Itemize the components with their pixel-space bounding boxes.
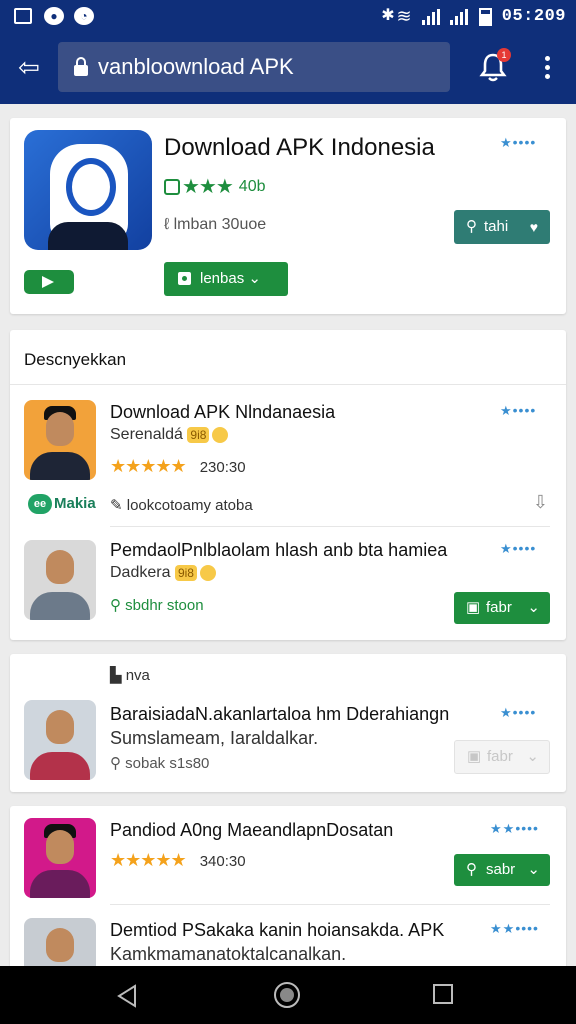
- app-mini-icon: [178, 272, 191, 285]
- list-card: Descnyekkan Download APK Nlndanaesia Ser…: [10, 330, 566, 640]
- app-mini-icon: ▣: [467, 748, 482, 765]
- more-options-icon[interactable]: [536, 52, 558, 82]
- divider: [110, 904, 550, 905]
- download-button[interactable]: lenbas ⌄: [164, 262, 288, 296]
- notification-badge: 1: [497, 48, 511, 62]
- list-card: ▙ nva BaraisiadaN.akanlartaloa hm Dderah…: [10, 654, 566, 792]
- rating-dots: ★••••: [500, 540, 537, 556]
- system-nav-bar: [0, 966, 576, 1024]
- item-meta: ⚲ sbdhr stoon: [110, 597, 204, 614]
- chevron-down-icon: ⌄: [527, 861, 540, 878]
- lock-icon: [74, 57, 88, 76]
- search-icon: ⚲: [466, 218, 477, 235]
- app-notification-icon: ●: [44, 7, 64, 25]
- item-title[interactable]: Download APK Nlndanaesia: [110, 402, 335, 423]
- smile-icon: [212, 426, 229, 443]
- rating-dots: ★★••••: [490, 820, 539, 836]
- pin-icon: ✎: [110, 497, 127, 514]
- location-icon: ⚲: [110, 755, 126, 772]
- item-meta: ✎ lookcotoamy atoba: [110, 497, 253, 514]
- item-thumbnail[interactable]: [24, 818, 96, 898]
- item-action-button[interactable]: ⚲ sabr ⌄: [454, 854, 550, 886]
- item-thumbnail[interactable]: [24, 700, 96, 780]
- item-title[interactable]: Pandiod A0ng MaeandlapnDosatan: [110, 820, 393, 841]
- clock-notification-icon: ◔: [74, 7, 94, 25]
- item-title[interactable]: BaraisiadaN.akanlartaloa hm Dderahiangn: [110, 704, 449, 725]
- item-meta: ⚲ sobak s1s80: [110, 755, 210, 772]
- notifications-button[interactable]: 1: [476, 48, 511, 84]
- status-time: 05:209: [501, 7, 566, 26]
- app-hero-card: Download APK Indonesia ★★★ 40b ℓ lmban 30…: [10, 118, 566, 314]
- chat-bubble-icon: ee: [28, 494, 52, 514]
- app-rating: ★★★ 40b: [164, 174, 266, 198]
- item-title[interactable]: PemdaolPnlblaolam hlash anb bta hamiea: [110, 540, 447, 561]
- back-arrow-icon[interactable]: ⇦: [14, 52, 44, 82]
- attachment-icon[interactable]: ⇩: [533, 492, 548, 513]
- list-card: Pandiod A0ng MaeandlapnDosatan ★★★★★ 340:…: [10, 806, 566, 998]
- nav-recents-icon[interactable]: [433, 984, 453, 1004]
- item-subtitle: Dadkera 9i8: [110, 564, 216, 582]
- wifi-icon: ≋: [396, 6, 412, 26]
- item-subtitle: Kamkmamanatoktalcanalkan.: [110, 944, 347, 964]
- status-bar: ● ◔ ✱ ≋ 05:209: [0, 0, 576, 32]
- rating-stars-icon: ★★★: [182, 176, 234, 198]
- chevron-down-icon: ⌄: [526, 748, 539, 765]
- item-title[interactable]: Demtiod PSakaka kanin hoiansakda. APK: [110, 920, 444, 941]
- folder-icon: ▙: [110, 667, 126, 684]
- app-icon[interactable]: [24, 130, 152, 250]
- chevron-down-icon: ⌄: [527, 599, 540, 616]
- rating-dots: ★••••: [500, 704, 537, 720]
- address-bar[interactable]: vanbloownload APK: [58, 42, 450, 92]
- signal-icon: [422, 9, 440, 25]
- item-rating: ★★★★★ 230:30: [110, 456, 246, 476]
- chevron-down-icon: ⌄: [248, 270, 261, 287]
- section-header: ▙ nva: [110, 667, 150, 684]
- heart-icon: ♥: [529, 219, 538, 235]
- item-subtitle: Sumslameam, Iaraldalkar.: [110, 728, 319, 748]
- app-bar: ● ◔ ✱ ≋ 05:209 ⇦ vanbloownload APK 1: [0, 0, 576, 104]
- divider: [10, 384, 566, 385]
- nav-home-icon[interactable]: [274, 982, 300, 1008]
- gallery-icon: [14, 8, 32, 24]
- divider: [110, 526, 550, 527]
- item-subtitle: Serenaldá 9i8: [110, 426, 229, 444]
- item-thumbnail[interactable]: [24, 400, 96, 480]
- app-title: Download APK Indonesia: [164, 134, 435, 161]
- rating-dots: ★••••: [500, 134, 537, 150]
- emoji-icon: 9i8: [187, 426, 210, 443]
- link-icon: ℓ: [164, 216, 174, 233]
- address-text: vanbloownload APK: [98, 54, 294, 79]
- rating-dots: ★••••: [500, 402, 537, 418]
- battery-icon: [479, 8, 492, 26]
- section-title: Descnyekkan: [24, 350, 127, 369]
- item-action-button[interactable]: ▣ fabr ⌄: [454, 592, 550, 624]
- app-mini-icon: ▣: [466, 599, 481, 616]
- rating-dots: ★★••••: [490, 920, 539, 936]
- app-meta: ℓ lmban 30uoe: [164, 216, 267, 233]
- play-store-icon[interactable]: [24, 270, 74, 294]
- nav-back-icon[interactable]: [116, 984, 138, 1008]
- action-button[interactable]: ⚲ tahi ♥: [454, 210, 550, 244]
- check-box-icon: [164, 178, 180, 195]
- smile-icon: [199, 564, 216, 581]
- location-icon: ⚲: [110, 597, 126, 614]
- item-rating: ★★★★★ 340:30: [110, 850, 246, 870]
- item-thumbnail[interactable]: [24, 540, 96, 620]
- item-action-button-disabled[interactable]: ▣ fabr ⌄: [454, 740, 550, 774]
- brand-logo: ee Makia: [28, 494, 96, 518]
- signal-icon-2: [450, 9, 468, 25]
- search-icon: ⚲: [466, 861, 477, 878]
- emoji-icon: 9i8: [174, 564, 197, 581]
